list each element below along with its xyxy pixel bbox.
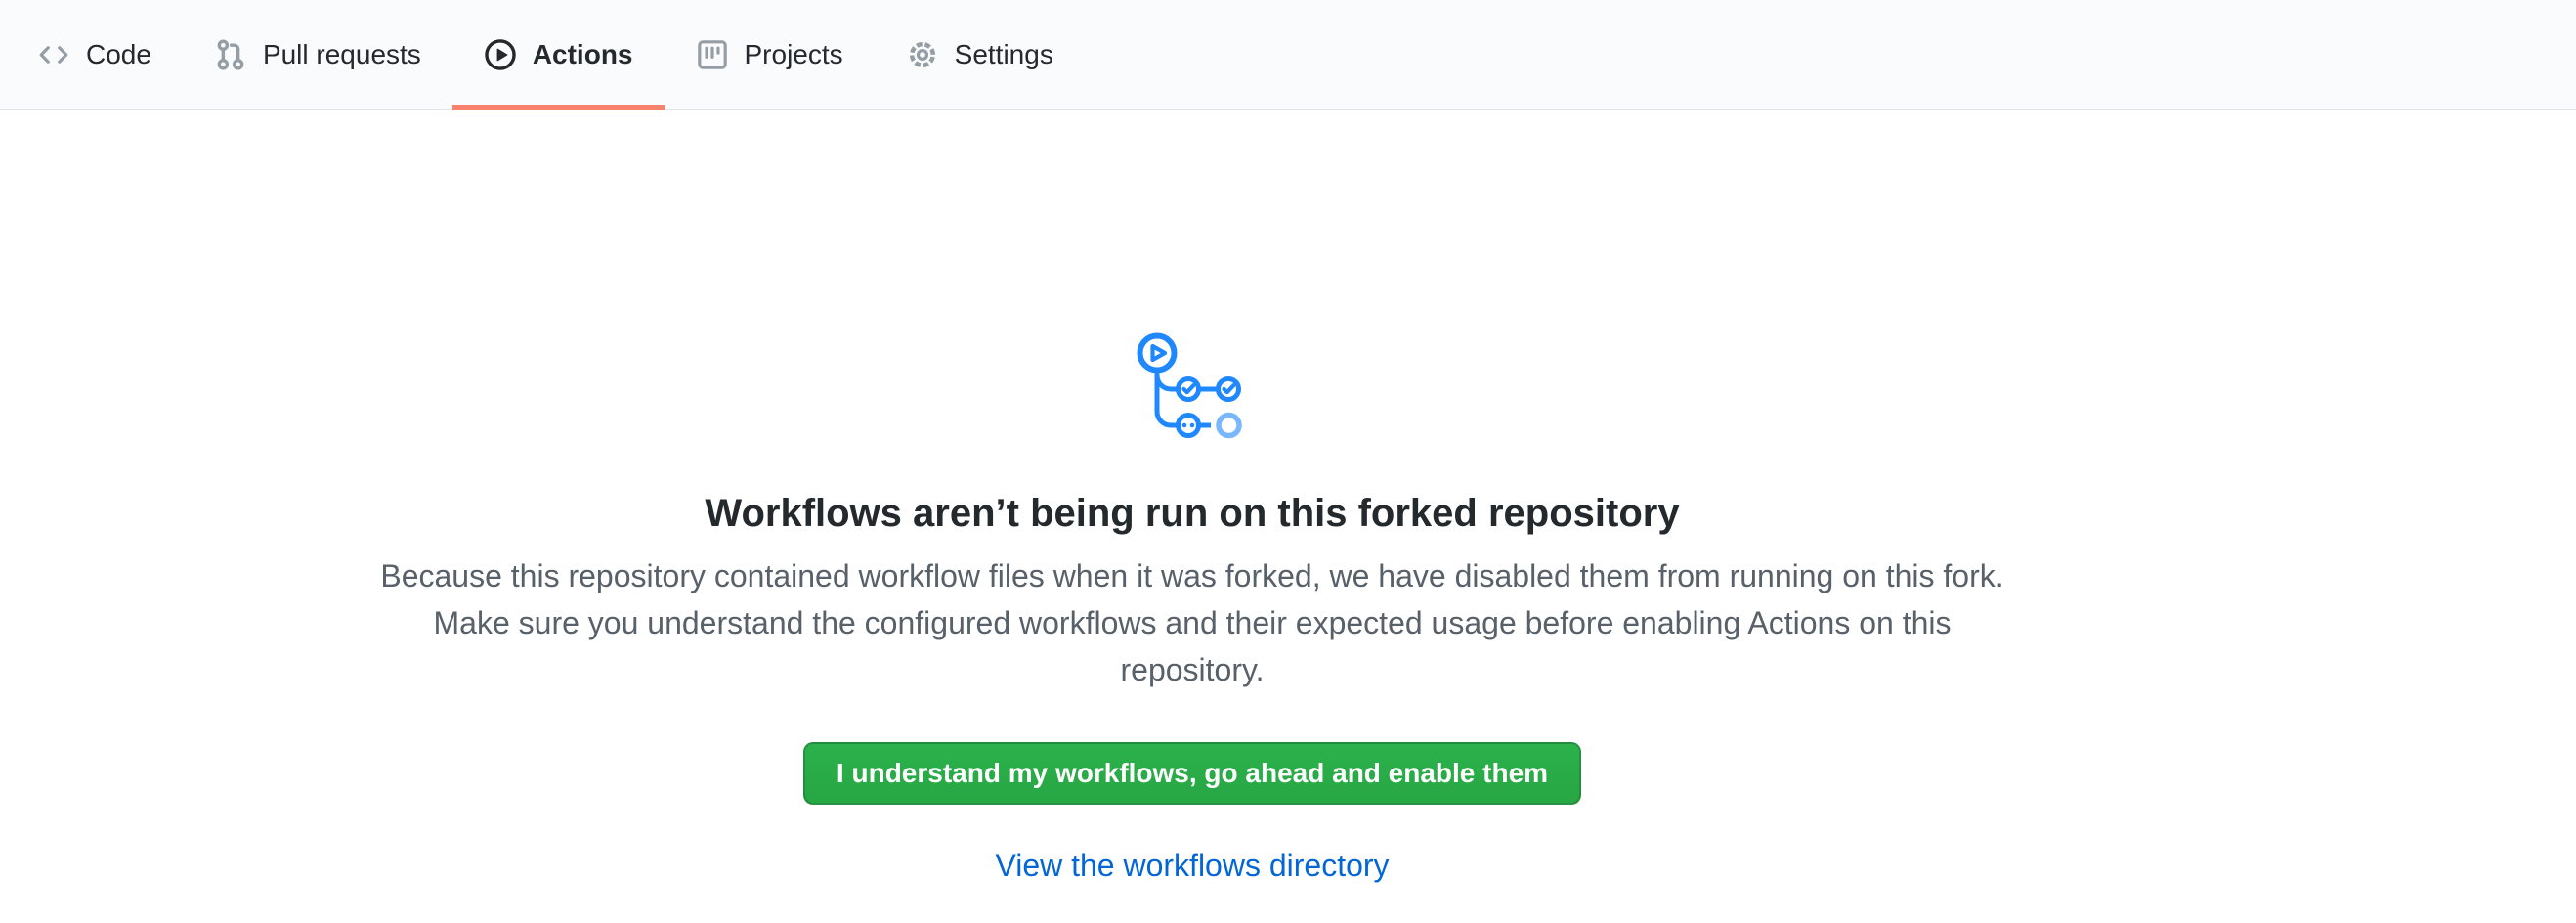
tab-label: Pull requests [263, 41, 421, 68]
workflow-graph-icon [1133, 330, 1252, 440]
view-workflows-directory-link[interactable]: View the workflows directory [995, 848, 1389, 883]
play-circle-icon [484, 38, 517, 71]
project-icon [696, 38, 729, 71]
tab-label: Actions [533, 41, 633, 68]
gear-icon [906, 38, 939, 71]
git-pull-request-icon [214, 38, 247, 71]
tab-label: Projects [745, 41, 843, 68]
code-icon [37, 38, 70, 71]
enable-workflows-button[interactable]: I understand my workflows, go ahead and … [803, 742, 1581, 805]
tab-pull-requests[interactable]: Pull requests [183, 0, 452, 109]
tab-projects[interactable]: Projects [665, 0, 875, 109]
blankslate-heading: Workflows aren’t being run on this forke… [0, 488, 2384, 539]
tab-label: Code [86, 41, 151, 68]
tab-code[interactable]: Code [6, 0, 183, 109]
repo-tab-nav: Code Pull requests Actions [0, 0, 2576, 110]
tab-settings[interactable]: Settings [875, 0, 1085, 109]
actions-blankslate: Workflows aren’t being run on this forke… [0, 110, 2576, 881]
tab-label: Settings [955, 41, 1053, 68]
tab-actions[interactable]: Actions [452, 0, 665, 109]
blankslate-description: Because this repository contained workfl… [362, 552, 2023, 693]
